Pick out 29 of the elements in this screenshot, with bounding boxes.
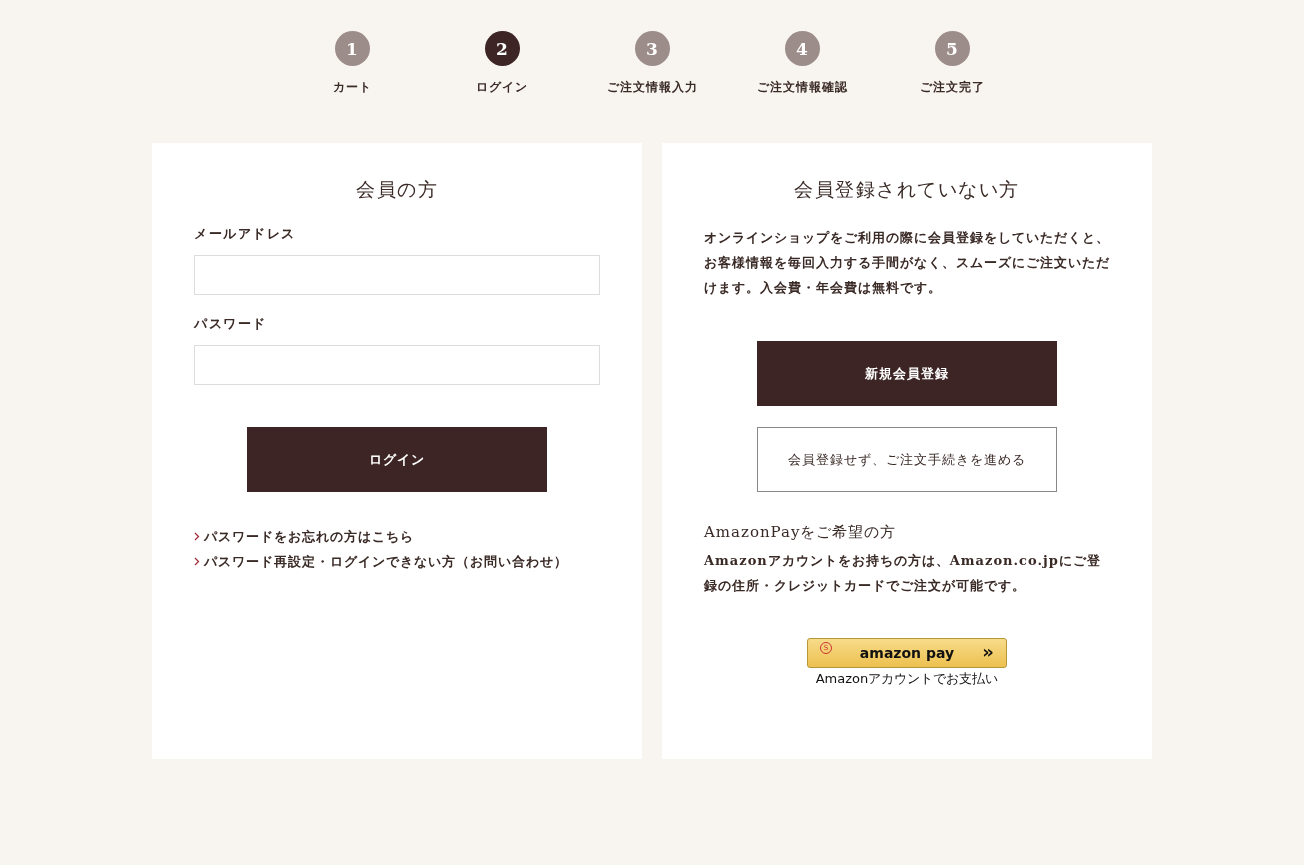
field-label: パスワード [194,315,268,333]
step-label: ご注文情報確認 [756,79,848,96]
step-number: 4 [784,31,820,66]
help-link[interactable]: パスワード再設定・ログインできない方（お問い合わせ） [204,552,568,571]
login-button[interactable]: ログイン [247,427,547,492]
help-link[interactable]: パスワードをお忘れの方はこちら [204,527,414,546]
register-button[interactable]: 新規会員登録 [757,341,1057,406]
logo-text: amazon pay [859,645,955,661]
section-title: 会員登録されていない方 [793,177,1021,202]
description-text: Amazonアカウントをお持ちの方は、Amazon.co.jpにご登録の住所・クレジットカードでご注文が可能です。 [704,552,1102,595]
step-label: ご注文情報入力 [606,79,698,96]
step-label: カート [332,79,372,96]
step-number: 1 [334,31,370,66]
step-number: 5 [934,31,970,66]
caption: Amazonアカウントでお支払い [815,671,999,687]
section-title: 会員の方 [355,177,439,202]
section-heading: AmazonPayをご希望の方 [704,523,898,542]
arrows: » [982,642,994,662]
field-label: メールアドレス [194,225,297,243]
description-text: オンラインショップをご利用の際に会員登録をしていただくと、お客様情報を毎回入力する手間がなく、スムーズにご注文いただけます。入会費・年会費は無料です。 [704,229,1110,297]
step-label: ご注文完了 [919,79,985,96]
step-label: ログイン [476,79,528,96]
chevron-icon [194,532,200,541]
chevron-icon [194,557,200,566]
input-field[interactable] [194,255,600,295]
guest-checkout-button[interactable]: 会員登録せず、ご注文手続きを進める [757,427,1057,492]
step-number: 2 [484,31,520,66]
step-number: 3 [634,31,670,66]
input-field[interactable] [194,345,600,385]
